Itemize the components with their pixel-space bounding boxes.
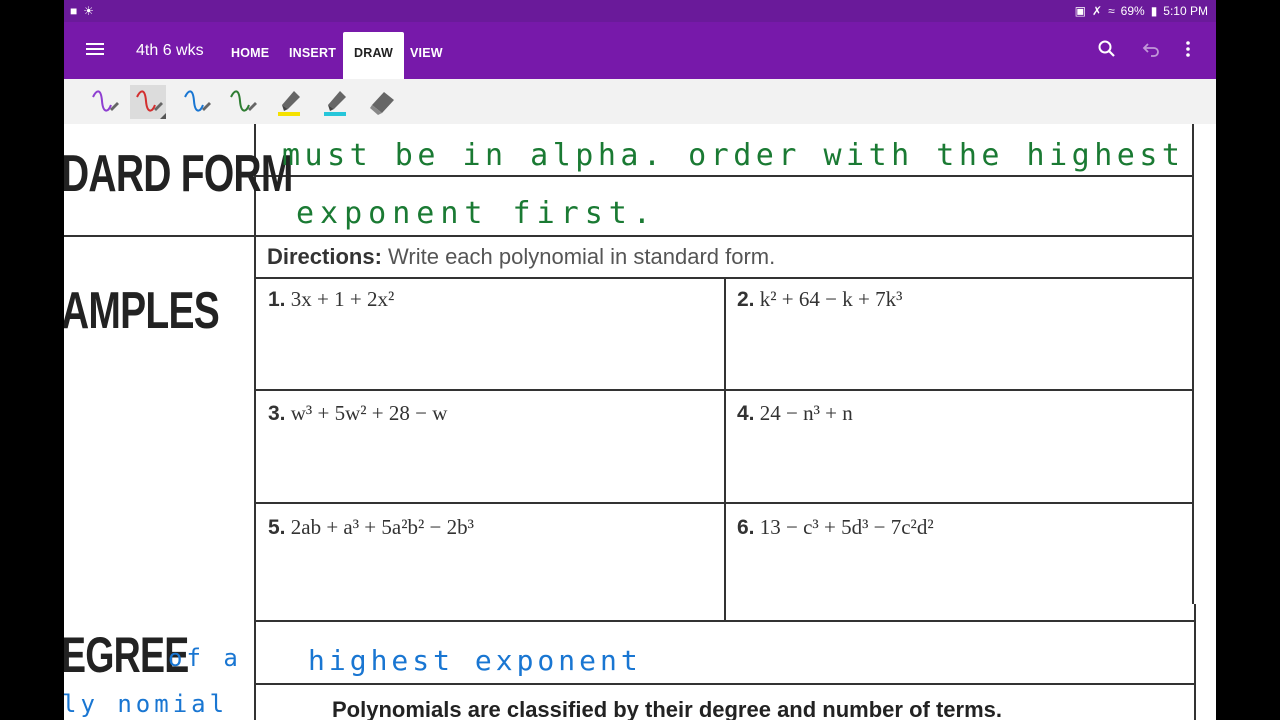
problem-6-expr: 13 − c³ + 5d³ − 7c²d² (759, 515, 934, 539)
notebook-title[interactable]: 4th 6 wks (136, 42, 204, 60)
undo-icon[interactable] (1142, 40, 1160, 63)
tab-view[interactable]: VIEW (410, 46, 443, 60)
battery-icon: ▮ (1150, 4, 1158, 18)
ink-note-blue-polynomial: ly nomial (64, 690, 229, 718)
menu-icon[interactable] (86, 40, 104, 60)
problem-2-expr: k² + 64 − k + 7k³ (759, 287, 903, 311)
ink-note-green-line-1: must be in alpha. order with the highest (282, 138, 1185, 173)
section-label-examples: AMPLES (64, 282, 220, 340)
cyan-highlighter-icon[interactable] (318, 85, 354, 119)
problem-1: 1. 3x + 1 + 2x² (268, 287, 395, 311)
clock: 5:10 PM (1163, 4, 1208, 18)
problem-4: 4. 24 − n³ + n (737, 401, 853, 425)
more-options-icon[interactable] (1184, 40, 1192, 63)
purple-pen-icon[interactable] (86, 85, 122, 119)
yellow-highlighter-icon[interactable] (272, 85, 308, 119)
search-icon[interactable] (1098, 40, 1116, 63)
draw-toolbar (64, 79, 1216, 125)
tab-draw[interactable]: DRAW (343, 32, 404, 79)
note-page[interactable]: DARD FORM AMPLES EGREE Directions: Write… (64, 124, 1216, 720)
video-icon: ■ (70, 4, 78, 18)
section-label-standard-form: DARD FORM (64, 145, 293, 203)
wifi-icon: ≈ (1108, 4, 1115, 18)
sync-icon: ☀ (83, 4, 95, 18)
directions-text: Write each polynomial in standard form. (381, 244, 776, 269)
directions-label: Directions: (267, 244, 382, 269)
problem-5: 5. 2ab + a³ + 5a²b² − 2b³ (268, 515, 474, 539)
problem-1-expr: 3x + 1 + 2x² (290, 287, 395, 311)
problem-2: 2. k² + 64 − k + 7k³ (737, 287, 903, 311)
ink-note-blue-of-a: of a (168, 644, 242, 672)
app-bar: 4th 6 wks HOME INSERT DRAW VIEW (64, 22, 1216, 79)
problem-5-expr: 2ab + a³ + 5a²b² − 2b³ (290, 515, 474, 539)
mute-icon: ✗ (1092, 4, 1103, 18)
tab-home[interactable]: HOME (231, 46, 269, 60)
problem-6: 6. 13 − c³ + 5d³ − 7c²d² (737, 515, 934, 539)
blue-pen-icon[interactable] (178, 85, 214, 119)
problem-4-expr: 24 − n³ + n (759, 401, 853, 425)
problem-3-expr: w³ + 5w² + 28 − w (290, 401, 448, 425)
ink-note-blue-highest-exponent: highest exponent (308, 644, 642, 677)
classification-text: Polynomials are classified by their degr… (332, 697, 1002, 720)
green-pen-icon[interactable] (224, 85, 260, 119)
directions: Directions: Write each polynomial in sta… (267, 244, 775, 270)
eraser-icon[interactable] (364, 85, 400, 119)
battery-level: 69% (1120, 4, 1145, 18)
problem-3: 3. w³ + 5w² + 28 − w (268, 401, 448, 425)
tab-insert[interactable]: INSERT (289, 46, 336, 60)
status-bar: ■ ☀ ▣ ✗ ≈ 69% ▮ 5:10 PM (64, 0, 1216, 22)
cast-icon: ▣ (1074, 4, 1086, 18)
red-pen-icon[interactable] (130, 85, 166, 119)
ink-note-green-line-2: exponent first. (296, 196, 657, 231)
